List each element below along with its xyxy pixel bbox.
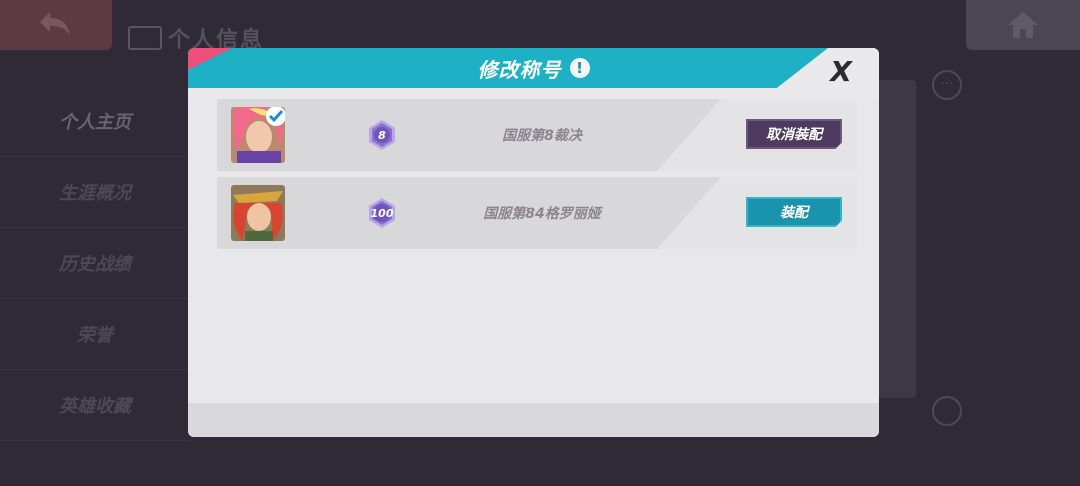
change-title-dialog: 修改称号 ! X 8 国服第8裁决 取消装配 100 国服第84格罗丽娅 装配 xyxy=(188,48,879,437)
hero-avatar xyxy=(231,185,285,241)
dialog-title: 修改称号 xyxy=(477,57,562,82)
info-icon[interactable]: ! xyxy=(569,58,590,78)
equipped-check-icon xyxy=(266,107,285,126)
sidebar-item-honor[interactable]: 荣誉 xyxy=(0,299,190,370)
dialog-header: 修改称号 ! X xyxy=(188,48,879,98)
hero-avatar xyxy=(231,107,285,163)
sidebar-item-career[interactable]: 生涯概况 xyxy=(0,157,190,228)
sidebar-item-profile[interactable]: 个人主页 xyxy=(0,86,190,157)
unequip-button[interactable]: 取消装配 xyxy=(746,119,842,149)
title-text: 国服第84格罗丽娅 xyxy=(483,206,601,222)
back-arrow-icon xyxy=(40,12,70,36)
home-icon xyxy=(1008,12,1038,38)
close-button[interactable]: X xyxy=(821,54,861,88)
rank-badge-number: 100 xyxy=(370,206,394,220)
title-row: 8 国服第8裁决 取消装配 xyxy=(217,99,857,171)
title-row: 100 国服第84格罗丽娅 装配 xyxy=(217,177,857,249)
title-list: 8 国服第8裁决 取消装配 100 国服第84格罗丽娅 装配 xyxy=(217,99,857,255)
sidebar-item-history[interactable]: 历史战绩 xyxy=(0,228,190,299)
close-icon: X xyxy=(830,54,852,88)
edit-icon[interactable] xyxy=(932,396,962,426)
home-button[interactable] xyxy=(966,0,1080,50)
equip-button[interactable]: 装配 xyxy=(746,197,842,227)
dialog-footer xyxy=(188,403,879,437)
hero-showcase-card xyxy=(878,80,916,398)
back-button[interactable] xyxy=(0,0,112,50)
sidebar-item-hero-collection[interactable]: 英雄收藏 xyxy=(0,370,190,441)
sidebar: 个人主页 生涯概况 历史战绩 荣誉 英雄收藏 xyxy=(0,86,190,441)
rank-badge: 100 xyxy=(366,197,398,229)
profile-card-icon xyxy=(128,26,162,50)
more-options-icon[interactable]: ··· xyxy=(932,70,962,100)
rank-badge-number: 8 xyxy=(378,128,386,142)
title-text: 国服第8裁决 xyxy=(502,128,582,144)
rank-badge: 8 xyxy=(366,119,398,151)
